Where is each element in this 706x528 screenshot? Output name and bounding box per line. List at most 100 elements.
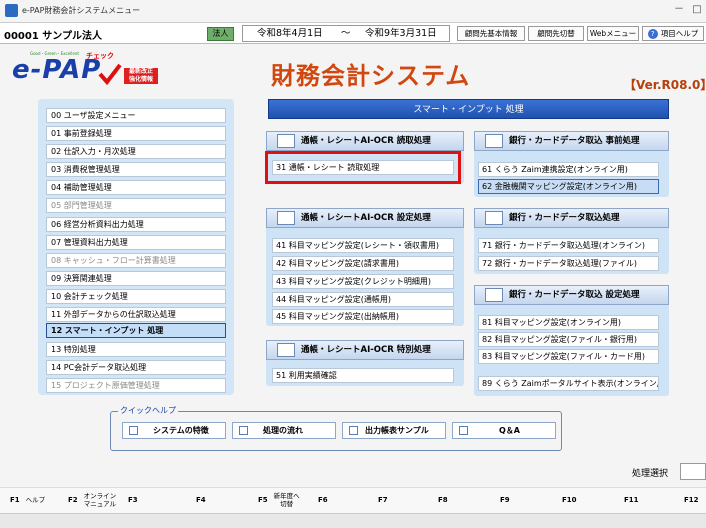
ocr-read-header: 通帳・レシートAI-OCR 読取処理 xyxy=(266,131,464,151)
smart-input-title: スマート・インプット 処理 xyxy=(268,99,669,119)
fkey-f8-key: F8 xyxy=(438,496,448,504)
fkey-f4-button[interactable]: F4 xyxy=(196,489,206,511)
status-strip xyxy=(0,513,706,528)
app-name: 財務会計システム xyxy=(271,62,471,90)
process-flow-label: 処理の流れ xyxy=(263,426,303,435)
highlight-box xyxy=(265,151,461,184)
fkey-f3-key: F3 xyxy=(128,496,138,504)
menu-item-45[interactable]: 45 科目マッピング設定(出納帳用) xyxy=(272,309,454,324)
maximize-button[interactable]: □ xyxy=(690,2,704,18)
menu-item-43[interactable]: 43 科目マッピング設定(クレジット明細用) xyxy=(272,274,454,289)
qa-button[interactable]: Q＆A xyxy=(452,422,556,439)
ocr-special-header: 通帳・レシートAI-OCR 特別処理 xyxy=(266,340,464,360)
menu-item-41[interactable]: 41 科目マッピング設定(レシート・領収書用) xyxy=(272,238,454,253)
menu-item-05[interactable]: 05 部門管理処理 xyxy=(46,198,226,213)
menu-item-42[interactable]: 42 科目マッピング設定(請求書用) xyxy=(272,256,454,271)
bank-import-title: 銀行・カードデータ取込処理 xyxy=(509,213,620,223)
menu-item-06[interactable]: 06 経営分析資料出力処理 xyxy=(46,217,226,232)
menu-item-15[interactable]: 15 プロジェクト原価管理処理 xyxy=(46,378,226,393)
period-separator: ～ xyxy=(341,28,351,39)
menu-item-11[interactable]: 11 外部データからの仕訳取込処理 xyxy=(46,307,226,322)
fkey-f4-key: F4 xyxy=(196,496,206,504)
fkey-f5-key: F5 xyxy=(258,496,268,504)
menu-item-00[interactable]: 00 ユーザ設定メニュー xyxy=(46,108,226,123)
check-label: チェック xyxy=(86,52,114,60)
menu-item-71[interactable]: 71 銀行・カードデータ取込処理(オンライン) xyxy=(478,238,659,253)
update-info-line2: 強化情報 xyxy=(128,76,153,83)
fkey-f7-button[interactable]: F7 xyxy=(378,489,388,511)
web-menu-button[interactable]: Webメニュー xyxy=(587,26,639,41)
menu-item-89[interactable]: 89 くらう Zaimポータルサイト表示(オンライン用) xyxy=(478,376,659,391)
menu-item-10[interactable]: 10 会計チェック処理 xyxy=(46,289,226,304)
fkey-f5-button[interactable]: F5 新年度へ 切替 xyxy=(258,489,300,511)
fkey-f2-button[interactable]: F2 オンライン マニュアル xyxy=(68,489,116,511)
menu-item-07[interactable]: 07 管理資料出力処理 xyxy=(46,235,226,250)
fkey-f9-key: F9 xyxy=(500,496,510,504)
computer-icon xyxy=(485,211,503,225)
field-help-button[interactable]: ? 項目ヘルプ xyxy=(642,26,704,41)
menu-item-01[interactable]: 01 事前登録処理 xyxy=(46,126,226,141)
fkey-f1-label: ヘルプ xyxy=(25,496,46,504)
output-samples-label: 出力帳表サンプル xyxy=(365,426,429,435)
settings-icon xyxy=(277,211,295,225)
process-select-input[interactable] xyxy=(680,463,706,480)
company-name: 00001 サンプル法人 xyxy=(4,31,102,42)
bank-setting-title: 銀行・カードデータ取込 設定処理 xyxy=(509,290,640,300)
fiscal-period: 令和8年4月1日 ～ 令和9年3月31日 xyxy=(242,25,450,42)
receipt-icon xyxy=(277,134,295,148)
menu-item-62[interactable]: 62 金融機関マッピング設定(オンライン用) xyxy=(478,179,659,194)
process-flow-button[interactable]: 処理の流れ xyxy=(232,422,336,439)
bank-pre-title: 銀行・カードデータ取込 事前処理 xyxy=(509,136,640,146)
fkey-f6-key: F6 xyxy=(318,496,328,504)
system-features-button[interactable]: システムの特徴 xyxy=(122,422,226,439)
menu-item-14[interactable]: 14 PC会計データ取込処理 xyxy=(46,360,226,375)
update-info-badge[interactable]: 最新改正 強化情報 xyxy=(124,68,158,84)
menu-item-13[interactable]: 13 特別処理 xyxy=(46,342,226,357)
book-icon xyxy=(459,426,468,435)
menu-item-83[interactable]: 83 科目マッピング設定(ファイル・カード用) xyxy=(478,349,659,364)
period-end: 令和9年3月31日 xyxy=(365,28,437,39)
fkey-f3-button[interactable]: F3 xyxy=(128,489,138,511)
fkey-f10-button[interactable]: F10 xyxy=(562,489,577,511)
fkey-f9-button[interactable]: F9 xyxy=(500,489,510,511)
menu-item-04[interactable]: 04 補助管理処理 xyxy=(46,180,226,195)
card-icon xyxy=(485,134,503,148)
menu-item-51[interactable]: 51 利用実績確認 xyxy=(272,368,454,383)
fkey-f12-button[interactable]: F12 xyxy=(684,489,699,511)
bank-setting-header: 銀行・カードデータ取込 設定処理 xyxy=(474,285,669,305)
period-start: 令和8年4月1日 xyxy=(257,28,323,39)
ocr-setting-header: 通帳・レシートAI-OCR 設定処理 xyxy=(266,208,464,228)
quick-help-label: クイックヘルプ xyxy=(118,405,178,416)
ocr-setting-title: 通帳・レシートAI-OCR 設定処理 xyxy=(301,213,431,223)
app-icon xyxy=(5,4,18,17)
system-features-label: システムの特徴 xyxy=(153,426,209,435)
menu-item-61[interactable]: 61 くらう Zaim連携設定(オンライン用) xyxy=(478,162,659,177)
menu-item-02[interactable]: 02 仕訳入力・月次処理 xyxy=(46,144,226,159)
fkey-f2-key: F2 xyxy=(68,496,78,504)
checkmark-icon xyxy=(98,63,122,85)
menu-item-81[interactable]: 81 科目マッピング設定(オンライン用) xyxy=(478,315,659,330)
process-select-label: 処理選択 xyxy=(632,469,669,479)
update-info-line1: 最新改正 xyxy=(128,68,153,75)
output-samples-button[interactable]: 出力帳表サンプル xyxy=(342,422,446,439)
client-info-button[interactable]: 顧問先基本情報 xyxy=(457,26,525,41)
menu-item-09[interactable]: 09 決算関連処理 xyxy=(46,271,226,286)
fkey-f1-button[interactable]: F1 ヘルプ xyxy=(10,489,45,511)
book-icon xyxy=(239,426,248,435)
menu-item-44[interactable]: 44 科目マッピング設定(通帳用) xyxy=(272,292,454,307)
menu-item-12[interactable]: 12 スマート・インプット 処理 xyxy=(46,323,226,338)
fkey-f10-key: F10 xyxy=(562,496,577,504)
client-switch-button[interactable]: 顧問先切替 xyxy=(528,26,584,41)
menu-item-03[interactable]: 03 消費税管理処理 xyxy=(46,162,226,177)
menu-item-08[interactable]: 08 キャッシュ・フロー計算書処理 xyxy=(46,253,226,268)
fkey-f7-key: F7 xyxy=(378,496,388,504)
fkey-f8-button[interactable]: F8 xyxy=(438,489,448,511)
minimize-button[interactable]: － xyxy=(672,2,686,18)
fkey-f11-button[interactable]: F11 xyxy=(624,489,639,511)
fkey-f6-button[interactable]: F6 xyxy=(318,489,328,511)
menu-item-82[interactable]: 82 科目マッピング設定(ファイル・銀行用) xyxy=(478,332,659,347)
fkey-f2-label: オンライン マニュアル xyxy=(83,492,117,508)
menu-item-72[interactable]: 72 銀行・カードデータ取込処理(ファイル) xyxy=(478,256,659,271)
bank-import-header: 銀行・カードデータ取込処理 xyxy=(474,208,669,228)
version-label: 【Ver.R08.0】 xyxy=(624,78,706,92)
